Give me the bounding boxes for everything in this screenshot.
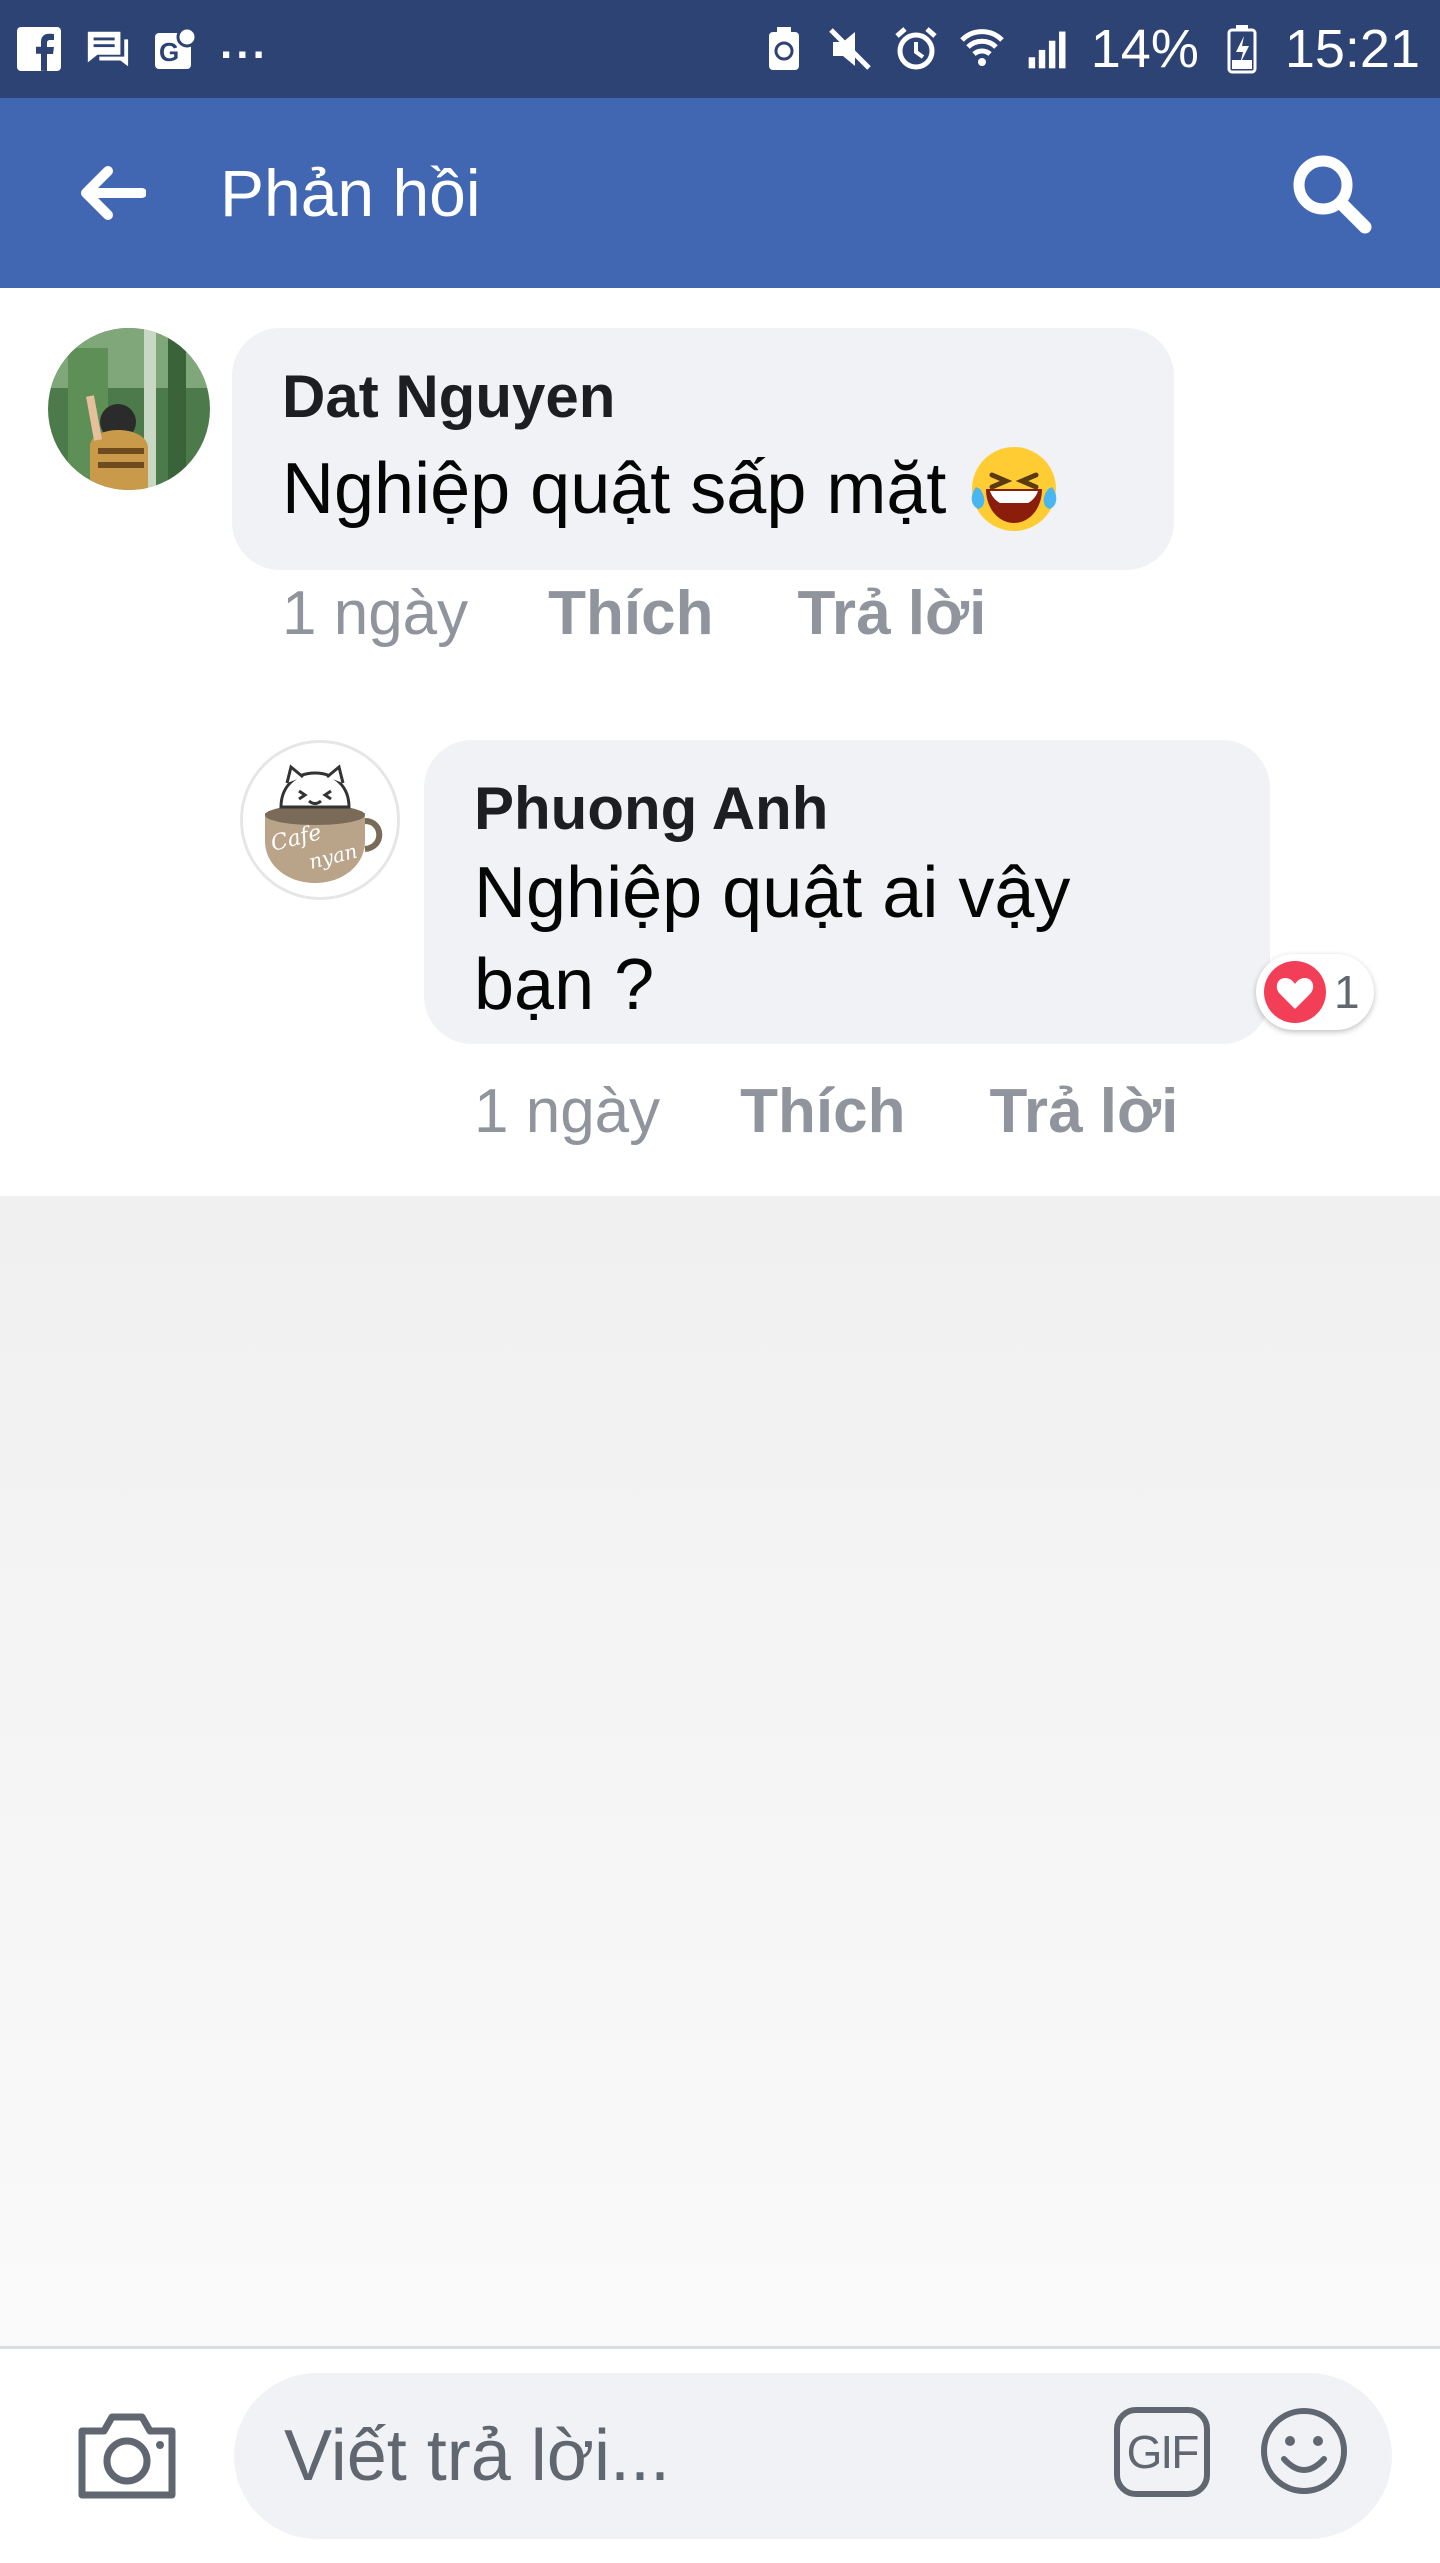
reply-composer: GIF — [0, 2346, 1440, 2563]
heart-icon — [1264, 961, 1326, 1023]
wifi-icon — [959, 26, 1005, 72]
comment-author[interactable]: Phuong Anh — [474, 774, 828, 843]
battery-percentage: 14% — [1090, 19, 1199, 79]
cafe-nyan-cat-icon: Cafe nyan — [243, 743, 397, 897]
avatar-phuong-anh[interactable]: Cafe nyan — [240, 740, 400, 900]
reply-input[interactable] — [282, 2414, 1066, 2498]
signal-icon — [1025, 26, 1071, 72]
comment-meta: 1 ngày Thích Trả lời — [282, 578, 986, 649]
comment-timestamp[interactable]: 1 ngày — [282, 578, 468, 649]
replies-thread: Dat Nguyen Nghiệp quật sấp mặt 1 ngày Th… — [0, 288, 1440, 1196]
smiley-icon — [1261, 2408, 1347, 2494]
gif-label: GIF — [1126, 2426, 1200, 2478]
search-icon — [1293, 155, 1372, 234]
reply-button[interactable]: Trả lời — [797, 578, 986, 649]
search-button[interactable] — [1286, 148, 1376, 238]
battery-saver-icon — [761, 26, 807, 72]
gif-button[interactable]: GIF — [1114, 2407, 1210, 2497]
svg-text:G: G — [159, 37, 179, 67]
messages-notification-icon — [84, 26, 130, 72]
empty-area — [0, 1196, 1440, 2346]
clock: 15:21 — [1284, 19, 1420, 79]
reaction-summary[interactable]: 1 — [1256, 954, 1374, 1030]
maps-notification-icon: G — [152, 26, 198, 72]
app-header: Phản hồi — [0, 98, 1440, 288]
back-button[interactable] — [72, 153, 152, 233]
reply-button[interactable]: Trả lời — [989, 1076, 1178, 1147]
camera-icon — [78, 2413, 176, 2499]
page-title: Phản hồi — [220, 156, 481, 230]
reply-input-container[interactable]: GIF — [234, 2373, 1392, 2539]
like-button[interactable]: Thích — [740, 1076, 905, 1147]
more-notifications-indicator: ... — [220, 19, 269, 68]
comment-text: Nghiệp quật sấp mặt — [282, 449, 947, 529]
comment-text-line-2: bạn ? — [474, 945, 655, 1025]
comment-timestamp[interactable]: 1 ngày — [474, 1076, 660, 1147]
status-bar: G ... 14% 15:21 — [0, 0, 1440, 98]
comment-bubble[interactable]: Phuong Anh Nghiệp quật ai vậy bạn ? — [424, 740, 1270, 1044]
avatar-dat-nguyen[interactable] — [48, 328, 210, 490]
battery-icon — [1219, 25, 1265, 74]
comment-text-line-1: Nghiệp quật ai vậy — [474, 853, 1071, 933]
mute-icon — [827, 26, 873, 72]
laughing-tears-emoji-icon — [968, 443, 1060, 535]
alarm-icon — [893, 26, 939, 72]
comment-bubble[interactable]: Dat Nguyen Nghiệp quật sấp mặt — [232, 328, 1174, 570]
like-button[interactable]: Thích — [548, 578, 713, 649]
reaction-count: 1 — [1334, 966, 1360, 1018]
back-arrow-icon — [81, 166, 146, 220]
comment-author[interactable]: Dat Nguyen — [282, 362, 615, 431]
comment-meta: 1 ngày Thích Trả lời — [474, 1076, 1178, 1147]
facebook-notification-icon — [16, 26, 62, 72]
emoji-button[interactable] — [1256, 2403, 1352, 2499]
camera-button[interactable] — [74, 2409, 180, 2503]
profile-photo-icon — [48, 328, 210, 490]
